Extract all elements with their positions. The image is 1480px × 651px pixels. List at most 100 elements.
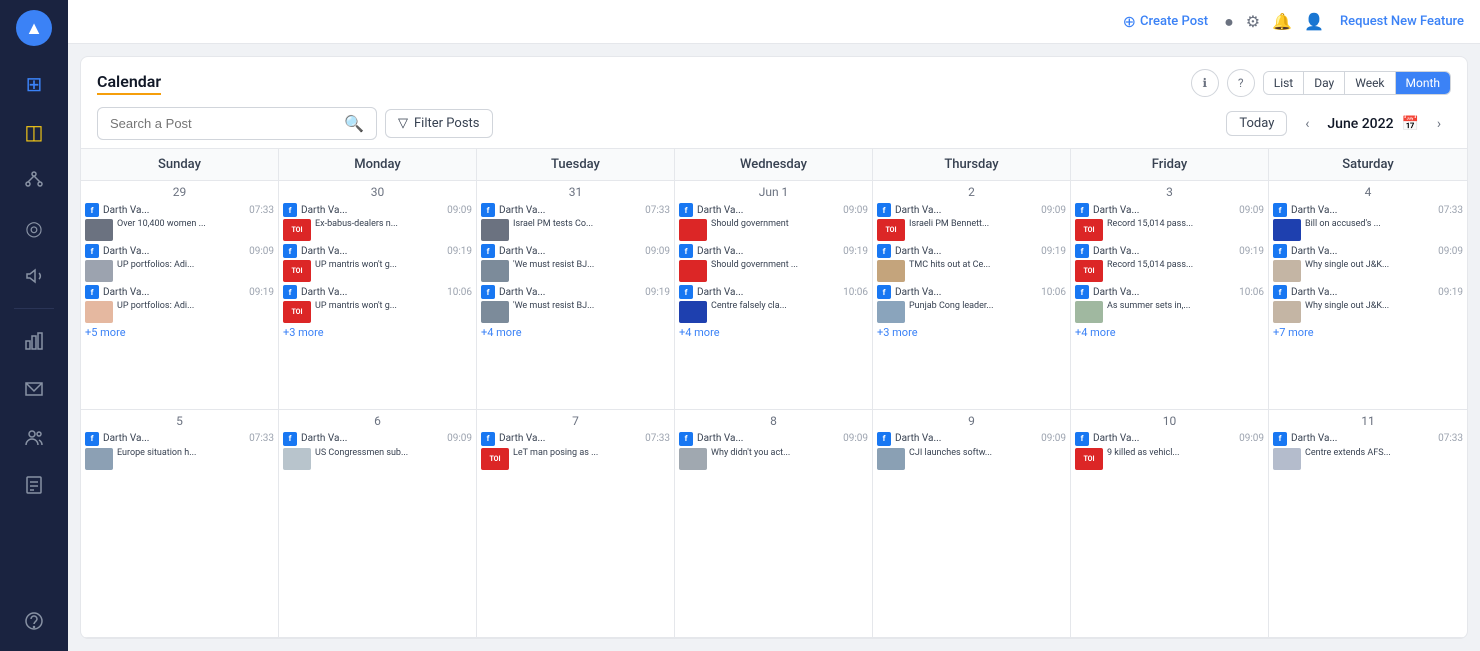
create-post-button[interactable]: ⊕ Create Post — [1123, 12, 1208, 31]
list-item[interactable]: f Darth Va... 09:09 — [679, 203, 868, 217]
list-item[interactable]: f Darth Va... 07:33 — [481, 203, 670, 217]
list-item[interactable]: f Darth Va... 09:09 — [283, 432, 472, 446]
tab-month[interactable]: Month — [1396, 72, 1450, 94]
list-item[interactable]: f Darth Va... 09:09 — [283, 203, 472, 217]
request-feature-button[interactable]: Request New Feature — [1340, 14, 1464, 29]
list-item[interactable]: Why didn't you act... — [679, 448, 868, 470]
list-item[interactable]: f Darth Va... 09:19 — [283, 244, 472, 258]
list-item[interactable]: TOI UP mantris won't g... — [283, 260, 472, 282]
sidebar-item-network[interactable] — [14, 160, 54, 200]
search-input[interactable] — [110, 116, 336, 131]
more-link[interactable]: +3 more — [283, 326, 472, 339]
sidebar-item-dashboard[interactable]: ⊞ — [14, 64, 54, 104]
list-item[interactable]: f Darth Va... 09:19 — [877, 244, 1066, 258]
cal-cell-11: 11 f Darth Va... 07:33 Centre extends AF… — [1269, 410, 1467, 639]
circle-icon[interactable]: ● — [1224, 12, 1234, 32]
list-item[interactable]: Bill on accused's ... — [1273, 219, 1463, 241]
sidebar: ▲ ⊞ ◫ ◎ — [0, 0, 68, 651]
sidebar-item-analytics[interactable] — [14, 321, 54, 361]
list-item[interactable]: TMC hits out at Ce... — [877, 260, 1066, 282]
list-item[interactable]: Centre falsely cla... — [679, 301, 868, 323]
list-item[interactable]: f Darth Va... 07:33 — [85, 432, 274, 446]
today-button[interactable]: Today — [1226, 111, 1287, 136]
list-item[interactable]: TOI 9 killed as vehicl... — [1075, 448, 1264, 470]
day-headers: Sunday Monday Tuesday Wednesday Thursday… — [81, 149, 1467, 181]
list-item[interactable]: f Darth Va... 09:09 — [1273, 244, 1463, 258]
date-31: 31 — [481, 185, 670, 199]
more-link[interactable]: +4 more — [1075, 326, 1264, 339]
list-item[interactable]: f Darth Va... 10:06 — [283, 285, 472, 299]
sidebar-item-reports[interactable] — [14, 465, 54, 505]
list-item[interactable]: f Darth Va... 09:09 — [877, 203, 1066, 217]
list-item[interactable]: Should government ... — [679, 260, 868, 282]
sidebar-item-posts[interactable]: ◫ — [14, 112, 54, 152]
list-item[interactable]: TOI Israeli PM Bennett... — [877, 219, 1066, 241]
user-icon[interactable]: 👤 — [1304, 12, 1324, 31]
sidebar-item-target[interactable]: ◎ — [14, 208, 54, 248]
list-item[interactable]: Over 10,400 women ... — [85, 219, 274, 241]
sidebar-logo[interactable]: ▲ — [16, 10, 52, 46]
list-item[interactable]: Israel PM tests Co... — [481, 219, 670, 241]
list-item[interactable]: 'We must resist BJ... — [481, 260, 670, 282]
sidebar-item-support[interactable] — [14, 601, 54, 641]
search-bar[interactable]: 🔍 — [97, 107, 377, 140]
list-item[interactable]: UP portfolios: Adi... — [85, 301, 274, 323]
more-link[interactable]: +5 more — [85, 326, 274, 339]
post-thumbnail — [481, 219, 509, 241]
list-item[interactable]: f Darth Va... 09:19 — [1273, 285, 1463, 299]
list-item[interactable]: US Congressmen sub... — [283, 448, 472, 470]
sidebar-item-team[interactable] — [14, 417, 54, 457]
more-link[interactable]: +4 more — [679, 326, 868, 339]
list-item[interactable]: f Darth Va... 09:19 — [481, 285, 670, 299]
list-item[interactable]: TOI LeT man posing as ... — [481, 448, 670, 470]
list-item[interactable]: TOI Record 15,014 pass... — [1075, 260, 1264, 282]
more-link[interactable]: +7 more — [1273, 326, 1463, 339]
list-item[interactable]: As summer sets in,... — [1075, 301, 1264, 323]
list-item[interactable]: f Darth Va... 07:33 — [1273, 432, 1463, 446]
list-item[interactable]: f Darth Va... 07:33 — [481, 432, 670, 446]
tab-day[interactable]: Day — [1304, 72, 1345, 94]
sidebar-item-inbox[interactable] — [14, 369, 54, 409]
next-month-button[interactable]: › — [1427, 112, 1451, 136]
list-item[interactable]: Punjab Cong leader... — [877, 301, 1066, 323]
bell-icon[interactable]: 🔔 — [1272, 12, 1292, 31]
list-item[interactable]: UP portfolios: Adi... — [85, 260, 274, 282]
list-item[interactable]: CJI launches softw... — [877, 448, 1066, 470]
list-item[interactable]: f Darth Va... 09:09 — [679, 432, 868, 446]
info-button[interactable]: ℹ — [1191, 69, 1219, 97]
list-item[interactable]: f Darth Va... 10:06 — [1075, 285, 1264, 299]
list-item[interactable]: Why single out J&K... — [1273, 301, 1463, 323]
sidebar-item-megaphone[interactable] — [14, 256, 54, 296]
tab-week[interactable]: Week — [1345, 72, 1395, 94]
list-item[interactable]: f Darth Va... 09:19 — [679, 244, 868, 258]
more-link[interactable]: +4 more — [481, 326, 670, 339]
list-item[interactable]: TOI Record 15,014 pass... — [1075, 219, 1264, 241]
list-item[interactable]: TOI Ex-babus-dealers n... — [283, 219, 472, 241]
list-item[interactable]: f Darth Va... 09:19 — [85, 285, 274, 299]
tab-list[interactable]: List — [1264, 72, 1305, 94]
gear-icon[interactable]: ⚙ — [1246, 12, 1260, 31]
list-item[interactable]: f Darth Va... 09:09 — [85, 244, 274, 258]
list-item[interactable]: f Darth Va... 09:09 — [481, 244, 670, 258]
list-item[interactable]: f Darth Va... 07:33 — [85, 203, 274, 217]
post-thumbnail — [85, 260, 113, 282]
list-item[interactable]: Europe situation h... — [85, 448, 274, 470]
list-item[interactable]: Should government — [679, 219, 868, 241]
list-item[interactable]: Centre extends AFS... — [1273, 448, 1463, 470]
list-item[interactable]: Why single out J&K... — [1273, 260, 1463, 282]
list-item[interactable]: TOI UP mantris won't g... — [283, 301, 472, 323]
calendar-icon[interactable]: 📅 — [1402, 116, 1419, 132]
cal-cell-30: 30 f Darth Va... 09:09 TOI Ex-babus-deal… — [279, 181, 477, 410]
list-item[interactable]: f Darth Va... 10:06 — [877, 285, 1066, 299]
list-item[interactable]: f Darth Va... 10:06 — [679, 285, 868, 299]
prev-month-button[interactable]: ‹ — [1295, 112, 1319, 136]
filter-button[interactable]: ▽ Filter Posts — [385, 109, 493, 138]
list-item[interactable]: f Darth Va... 07:33 — [1273, 203, 1463, 217]
more-link[interactable]: +3 more — [877, 326, 1066, 339]
list-item[interactable]: f Darth Va... 09:09 — [1075, 432, 1264, 446]
help-button[interactable]: ? — [1227, 69, 1255, 97]
list-item[interactable]: f Darth Va... 09:09 — [1075, 203, 1264, 217]
list-item[interactable]: 'We must resist BJ... — [481, 301, 670, 323]
list-item[interactable]: f Darth Va... 09:19 — [1075, 244, 1264, 258]
list-item[interactable]: f Darth Va... 09:09 — [877, 432, 1066, 446]
